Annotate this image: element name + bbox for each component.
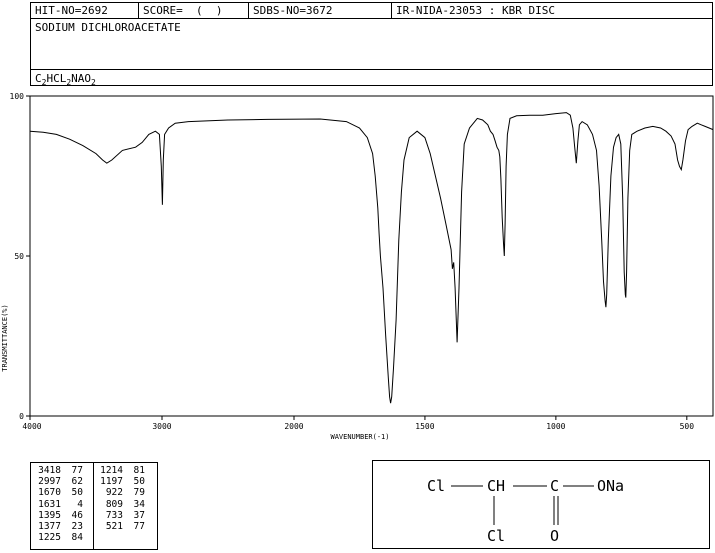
peak-wavenumber: 521 <box>105 520 123 532</box>
peak-row: 922 79 <box>95 487 145 498</box>
peak-table-right: 1214 81 1197 50 922 79 809 34 733 37 521 77 <box>95 465 145 532</box>
peak-table-left: 3418 77 2997 62 1670 50 1631 4 1395 46 1377 23 1225 8… <box>33 465 83 543</box>
ir-spectrum-chart: 4000 3000 2000 1500 1000 500 0 50 100 WAVENUMBER… <box>1 92 714 441</box>
peak-row: 1197 50 <box>95 476 145 487</box>
peak-row: 2997 62 <box>33 476 83 487</box>
peak-wavenumber: 3418 <box>38 465 61 476</box>
peak-transmittance: 34 <box>133 498 145 510</box>
header-top-row: HIT-NO=2692 SCORE= ( ) SDBS-NO=3672 IR-N… <box>31 3 712 19</box>
atom-ch: CH <box>487 477 505 495</box>
peak-transmittance: 50 <box>71 487 83 499</box>
x-tick-label: 4000 <box>22 422 41 431</box>
structure-box: Cl CH C ONa Cl O <box>372 460 710 549</box>
peak-row: 1214 81 <box>95 465 145 476</box>
x-tick-label: 1000 <box>546 422 565 431</box>
peak-row: 733 37 <box>95 510 145 521</box>
peak-row: 809 34 <box>95 499 145 510</box>
atom-ona: ONa <box>597 477 624 495</box>
spectrum-header: HIT-NO=2692 SCORE= ( ) SDBS-NO=3672 IR-N… <box>30 2 713 88</box>
atom-c: C <box>550 477 559 495</box>
score: SCORE= ( ) <box>139 3 249 18</box>
x-tick-label: 3000 <box>152 422 171 431</box>
peak-transmittance: 4 <box>77 498 83 510</box>
atom-cl-top: Cl <box>427 477 445 495</box>
peak-wavenumber: 1214 <box>100 465 123 476</box>
y-tick-label: 50 <box>14 252 24 261</box>
y-axis-label: TRANSMITTANCE(%) <box>1 304 9 371</box>
peak-transmittance: 23 <box>71 520 83 532</box>
x-tick-label: 2000 <box>284 422 303 431</box>
peak-row: 1395 46 <box>33 510 83 521</box>
peak-wavenumber: 2997 <box>38 476 61 488</box>
peak-wavenumber: 922 <box>105 487 123 499</box>
peak-transmittance: 62 <box>71 476 83 488</box>
peak-row: 1225 84 <box>33 532 83 543</box>
peak-wavenumber: 1197 <box>100 476 123 488</box>
x-tick-label: 1500 <box>415 422 434 431</box>
compound-name: SODIUM DICHLOROACETATE <box>35 21 181 34</box>
peak-transmittance: 84 <box>71 532 83 544</box>
peak-transmittance: 77 <box>71 465 83 476</box>
peak-transmittance: 37 <box>133 509 145 521</box>
ir-info: IR-NIDA-23053 : KBR DISC <box>396 4 555 17</box>
x-axis-label: WAVENUMBER(-1) <box>330 433 389 441</box>
hit-number: HIT-NO=2692 <box>31 3 139 18</box>
peak-wavenumber: 809 <box>105 498 123 510</box>
peak-table: 3418 77 2997 62 1670 50 1631 4 1395 46 1377 23 1225 8… <box>30 462 158 550</box>
peak-wavenumber: 1631 <box>38 498 61 510</box>
molecular-formula: C2HCL2NAO2 <box>35 72 96 88</box>
peak-row: 521 77 <box>95 521 145 532</box>
peak-row: 3418 77 <box>33 465 83 476</box>
peak-row: 1377 23 <box>33 521 83 532</box>
peak-wavenumber: 1377 <box>38 520 61 532</box>
peak-row: 1631 4 <box>33 499 83 510</box>
y-tick-label: 100 <box>10 92 25 101</box>
peak-transmittance: 81 <box>133 465 145 476</box>
peak-wavenumber: 733 <box>105 509 123 521</box>
structure-diagram: Cl CH C ONa Cl O <box>427 477 624 545</box>
peak-wavenumber: 1225 <box>38 532 61 544</box>
peak-transmittance: 79 <box>133 487 145 499</box>
sdbs-number: SDBS-NO=3672 <box>249 3 392 18</box>
spectrum-line <box>29 112 714 404</box>
peak-wavenumber: 1395 <box>38 509 61 521</box>
peak-wavenumber: 1670 <box>38 487 61 499</box>
peak-transmittance: 77 <box>133 520 145 532</box>
y-tick-label: 0 <box>19 412 24 421</box>
peak-transmittance: 46 <box>71 509 83 521</box>
x-tick-label: 500 <box>680 422 695 431</box>
plot-frame <box>29 95 714 417</box>
peak-row: 1670 50 <box>33 487 83 498</box>
peak-table-divider <box>93 463 94 549</box>
atom-cl-bottom: Cl <box>487 527 505 545</box>
formula-row: C2HCL2NAO2 <box>31 69 712 88</box>
atom-o: O <box>550 527 559 545</box>
peak-transmittance: 50 <box>133 476 145 488</box>
